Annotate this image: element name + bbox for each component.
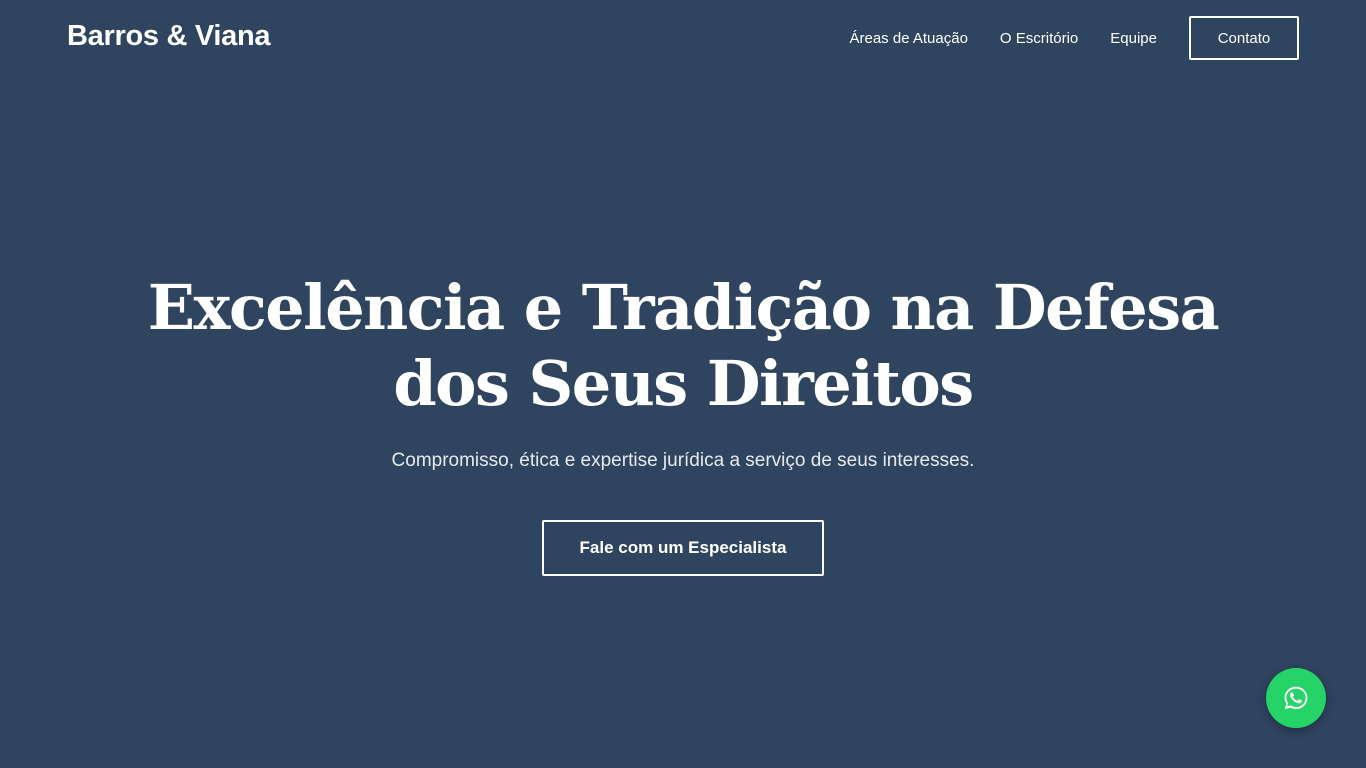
whatsapp-icon	[1284, 686, 1308, 710]
hero-subtitle: Compromisso, ética e expertise jurídica …	[391, 450, 975, 471]
contact-button[interactable]: Contato	[1189, 16, 1299, 60]
hero-title: Excelência e Tradição na Defesa dos Seus…	[147, 271, 1220, 420]
nav-link-o-escritorio[interactable]: O Escritório	[1000, 30, 1078, 47]
hero-section: Excelência e Tradição na Defesa dos Seus…	[0, 270, 1366, 576]
talk-to-specialist-button[interactable]: Fale com um Especialista	[542, 520, 824, 576]
whatsapp-button[interactable]	[1266, 668, 1326, 728]
brand-logo[interactable]: Barros & Viana	[67, 20, 271, 53]
site-header: Barros & Viana Áreas de Atuação O Escrit…	[0, 0, 1366, 78]
main-nav: Áreas de Atuação O Escritório Equipe Con…	[850, 16, 1299, 60]
nav-link-areas-de-atuacao[interactable]: Áreas de Atuação	[850, 30, 968, 47]
nav-link-equipe[interactable]: Equipe	[1110, 30, 1157, 47]
